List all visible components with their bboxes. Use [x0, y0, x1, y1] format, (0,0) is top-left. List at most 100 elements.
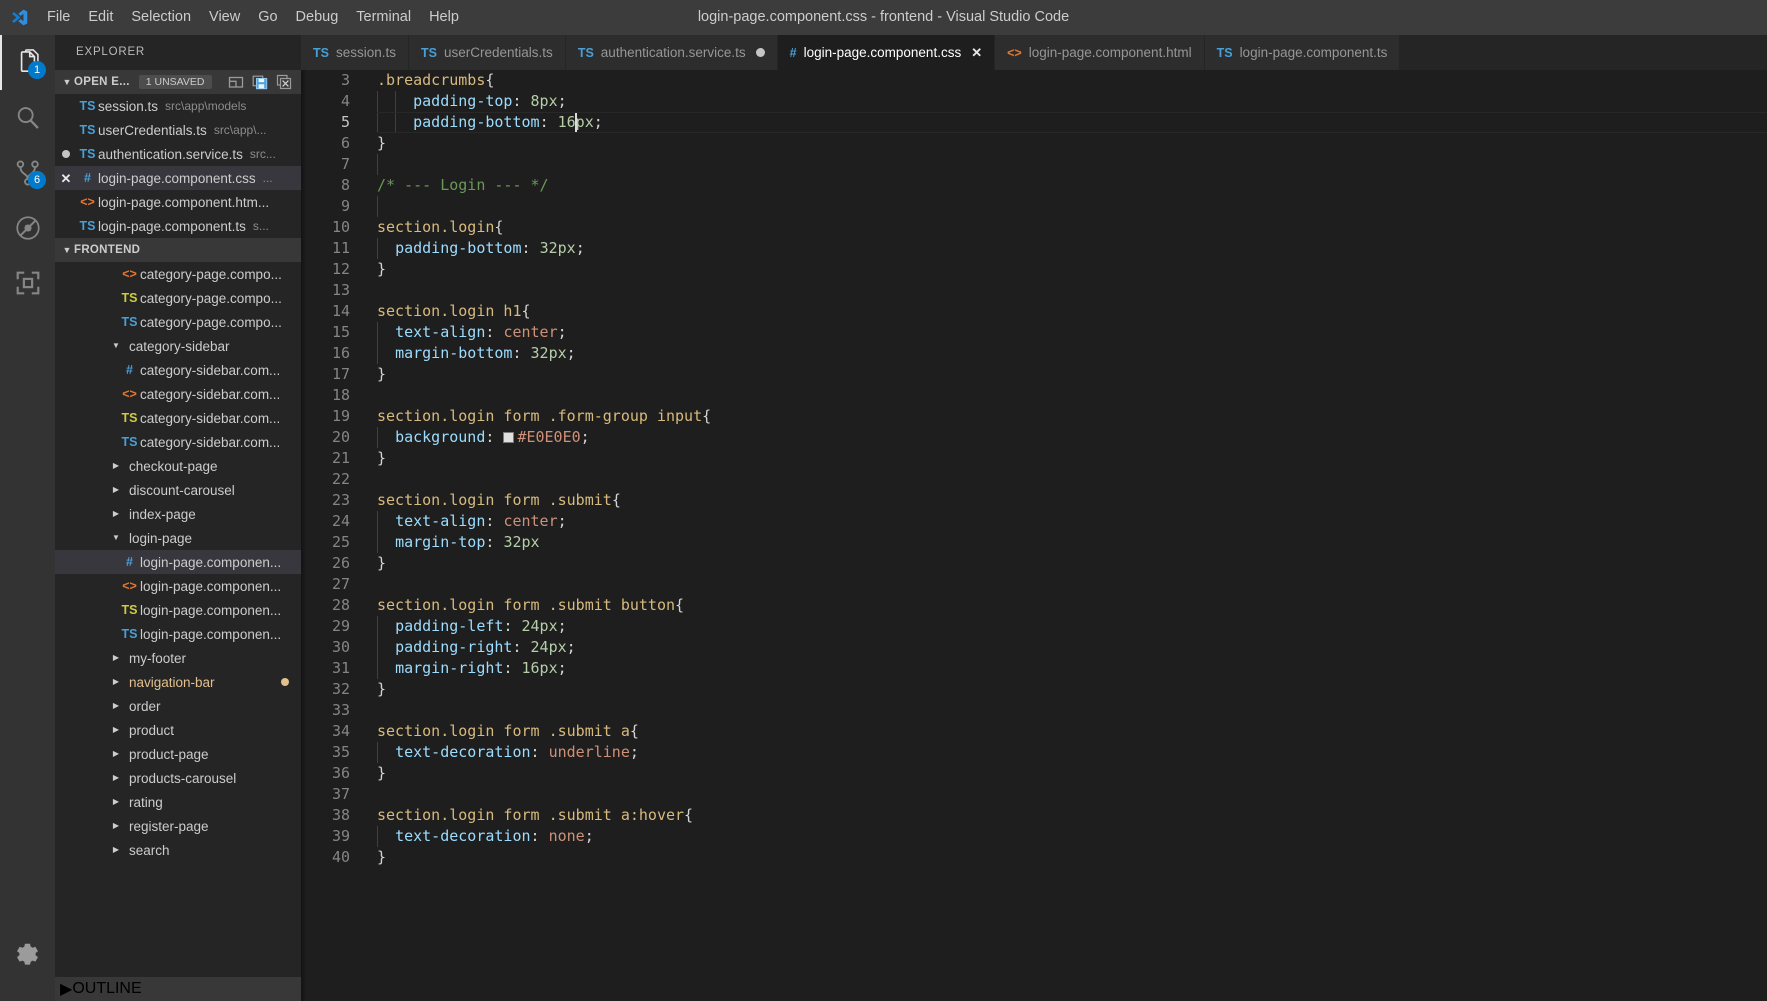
tree-folder-item[interactable]: ▶ register-page: [55, 814, 301, 838]
code-line[interactable]: background: #E0E0E0;: [377, 427, 1767, 448]
open-editor-item[interactable]: TS userCredentials.ts src\app\...: [55, 118, 301, 142]
menu-help[interactable]: Help: [420, 0, 468, 35]
open-editor-item[interactable]: TS session.ts src\app\models: [55, 94, 301, 118]
menu-debug[interactable]: Debug: [287, 0, 348, 35]
code-line[interactable]: [377, 385, 1767, 406]
chevron-right-icon[interactable]: ▶: [105, 510, 127, 518]
code-line[interactable]: [377, 154, 1767, 175]
chevron-right-icon[interactable]: ▶: [105, 462, 127, 470]
chevron-right-icon[interactable]: ▶: [105, 798, 127, 806]
code-line[interactable]: text-align: center;: [377, 322, 1767, 343]
code-line[interactable]: }: [377, 763, 1767, 784]
code-line[interactable]: [377, 574, 1767, 595]
chevron-right-icon[interactable]: ▶: [105, 654, 127, 662]
code-line[interactable]: }: [377, 553, 1767, 574]
code-line[interactable]: }: [377, 448, 1767, 469]
tree-folder-item[interactable]: ▶ checkout-page: [55, 454, 301, 478]
code-line[interactable]: section.login form .submit a:hover{: [377, 805, 1767, 826]
tree-file-item[interactable]: TS category-sidebar.com...: [55, 406, 301, 430]
dirty-dot-icon[interactable]: [55, 150, 77, 158]
code-line[interactable]: }: [377, 259, 1767, 280]
code-line[interactable]: padding-right: 24px;: [377, 637, 1767, 658]
code-line[interactable]: section.login form .submit a{: [377, 721, 1767, 742]
chevron-right-icon[interactable]: ▶: [105, 750, 127, 758]
project-folder-header[interactable]: ▼ FRONTEND: [55, 238, 301, 262]
code-line[interactable]: [377, 280, 1767, 301]
activity-explorer[interactable]: 1: [0, 35, 55, 90]
open-editors-header[interactable]: ▼ OPEN E... 1 UNSAVED: [55, 70, 301, 94]
close-all-editors-icon[interactable]: [274, 73, 293, 92]
editor-tab[interactable]: TS session.ts: [301, 35, 410, 70]
code-line[interactable]: section.login form .submit button{: [377, 595, 1767, 616]
chevron-right-icon[interactable]: ▶: [105, 822, 127, 830]
chevron-right-icon[interactable]: ▶: [105, 702, 127, 710]
tree-folder-item[interactable]: ▶ product-page: [55, 742, 301, 766]
chevron-right-icon[interactable]: ▶: [105, 774, 127, 782]
tree-file-item[interactable]: <> login-page.componen...: [55, 574, 301, 598]
save-all-icon[interactable]: [250, 73, 269, 92]
chevron-right-icon[interactable]: ▶: [105, 486, 127, 494]
chevron-right-icon[interactable]: ▶: [105, 846, 127, 854]
dirty-dot-icon[interactable]: [755, 48, 765, 57]
tree-folder-item[interactable]: ▶ my-footer: [55, 646, 301, 670]
chevron-down-icon[interactable]: ▼: [105, 342, 127, 350]
editor-tab[interactable]: TS authentication.service.ts: [565, 35, 778, 70]
code-line[interactable]: padding-bottom: 32px;: [377, 238, 1767, 259]
tree-folder-item[interactable]: ▶ navigation-bar: [55, 670, 301, 694]
code-line[interactable]: text-decoration: underline;: [377, 742, 1767, 763]
code-line[interactable]: padding-bottom: 16px;: [377, 112, 1767, 133]
code-line[interactable]: section.login h1{: [377, 301, 1767, 322]
tree-file-item[interactable]: <> category-sidebar.com...: [55, 382, 301, 406]
tree-folder-item[interactable]: ▶ products-carousel: [55, 766, 301, 790]
code-line[interactable]: [377, 196, 1767, 217]
activity-manage-settings[interactable]: [0, 928, 55, 983]
activity-search[interactable]: [0, 90, 55, 145]
code-line[interactable]: text-align: center;: [377, 511, 1767, 532]
tree-file-item[interactable]: TS category-sidebar.com...: [55, 430, 301, 454]
tree-file-item[interactable]: <> category-page.compo...: [55, 262, 301, 286]
tree-file-item[interactable]: TS login-page.componen...: [55, 598, 301, 622]
code-line[interactable]: section.login form .submit{: [377, 490, 1767, 511]
editor-tab[interactable]: TS userCredentials.ts: [409, 35, 566, 70]
tree-folder-item[interactable]: ▼ login-page: [55, 526, 301, 550]
tree-folder-item[interactable]: ▶ order: [55, 694, 301, 718]
tree-file-item[interactable]: # category-sidebar.com...: [55, 358, 301, 382]
close-icon[interactable]: ✕: [55, 172, 77, 185]
menu-file[interactable]: File: [38, 0, 79, 35]
code-line[interactable]: [377, 469, 1767, 490]
open-editor-item[interactable]: ✕ # login-page.component.css...: [55, 166, 301, 190]
tree-folder-item[interactable]: ▼ category-sidebar: [55, 334, 301, 358]
menu-view[interactable]: View: [200, 0, 249, 35]
tree-folder-item[interactable]: ▶ discount-carousel: [55, 478, 301, 502]
chevron-right-icon[interactable]: ▶: [105, 726, 127, 734]
code-line[interactable]: }: [377, 133, 1767, 154]
chevron-right-icon[interactable]: ▶: [105, 678, 127, 686]
activity-source-control[interactable]: 6: [0, 145, 55, 200]
code-content[interactable]: .breadcrumbs{ padding-top: 8px; padding-…: [363, 70, 1767, 868]
menu-go[interactable]: Go: [249, 0, 286, 35]
tree-file-item[interactable]: TS category-page.compo...: [55, 310, 301, 334]
code-line[interactable]: section.login form .form-group input{: [377, 406, 1767, 427]
code-line[interactable]: }: [377, 847, 1767, 868]
code-line[interactable]: [377, 700, 1767, 721]
editor-tab[interactable]: # login-page.component.css ✕: [777, 35, 996, 70]
code-line[interactable]: margin-top: 32px: [377, 532, 1767, 553]
code-line[interactable]: .breadcrumbs{: [377, 70, 1767, 91]
code-line[interactable]: padding-top: 8px;: [377, 91, 1767, 112]
open-editor-item[interactable]: <> login-page.component.htm...: [55, 190, 301, 214]
tree-file-item[interactable]: TS category-page.compo...: [55, 286, 301, 310]
tree-folder-item[interactable]: ▶ rating: [55, 790, 301, 814]
code-line[interactable]: section.login{: [377, 217, 1767, 238]
chevron-down-icon[interactable]: ▼: [105, 534, 127, 542]
code-line[interactable]: margin-bottom: 32px;: [377, 343, 1767, 364]
open-editor-item[interactable]: TS login-page.component.ts s...: [55, 214, 301, 238]
code-line[interactable]: margin-right: 16px;: [377, 658, 1767, 679]
code-line[interactable]: padding-left: 24px;: [377, 616, 1767, 637]
tree-file-item[interactable]: # login-page.componen...: [55, 550, 301, 574]
split-editor-icon[interactable]: [226, 73, 245, 92]
editor-tab[interactable]: TS login-page.component.ts: [1204, 35, 1401, 70]
tree-folder-item[interactable]: ▶ index-page: [55, 502, 301, 526]
tab-close-icon[interactable]: ✕: [971, 45, 982, 61]
tree-folder-item[interactable]: ▶ product: [55, 718, 301, 742]
code-line[interactable]: }: [377, 679, 1767, 700]
